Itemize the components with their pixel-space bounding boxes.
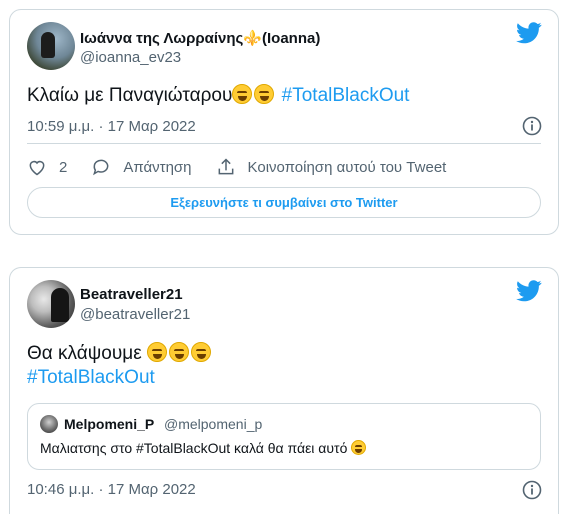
divider: [27, 143, 541, 144]
laughing-emoji-icon: [232, 84, 253, 104]
laughing-emoji-icon: [351, 440, 367, 455]
quote-handle: @melpomeni_p: [164, 416, 263, 432]
quote-text: Μαλιατσης στο #TotalBlackOut καλά θα πάε…: [40, 440, 368, 456]
tweet-text: Κλαίω με Παναγιώταρου #TotalBlackOut: [27, 84, 409, 108]
quoted-tweet[interactable]: Melpomeni_P @melpomeni_p Μαλιατσης στο #…: [27, 403, 541, 470]
tweet-text-body: Κλαίω με Παναγιώταρου: [27, 85, 233, 106]
tweet-text: Θα κλάψουμε #TotalBlackOut: [27, 342, 213, 390]
handle[interactable]: @ioanna_ev23: [80, 49, 181, 66]
timestamp[interactable]: 10:59 μ.μ. · 17 Μαρ 2022: [27, 118, 196, 135]
hashtag-link[interactable]: #TotalBlackOut: [282, 85, 410, 106]
tweet-card[interactable]: Beatraveller21 @beatraveller21 Θα κλάψου…: [9, 267, 559, 514]
quote-avatar: [40, 415, 58, 433]
action-row: 2 Απάντηση Κοινοποίηση αυτού του Tweet: [27, 156, 470, 178]
display-name[interactable]: Beatraveller21: [80, 286, 183, 303]
avatar[interactable]: [27, 280, 75, 328]
reply-icon: [93, 159, 109, 176]
avatar[interactable]: [27, 22, 75, 70]
quote-display-name: Melpomeni_P: [64, 416, 155, 432]
twitter-bird-icon[interactable]: [516, 22, 542, 44]
tweet-card[interactable]: Ιωάννα της Λωρραίνης⚜️(Ioanna) @ioanna_e…: [9, 9, 559, 235]
share-button[interactable]: Κοινοποίηση αυτού του Tweet: [216, 157, 447, 177]
heart-icon: [29, 160, 45, 176]
like-count: 2: [59, 158, 68, 176]
share-label: Κοινοποίηση αυτού του Tweet: [247, 158, 447, 176]
info-icon[interactable]: [522, 116, 542, 136]
timestamp[interactable]: 10:46 μ.μ. · 17 Μαρ 2022: [27, 481, 196, 498]
quote-text-body: Μαλιατσης στο #TotalBlackOut καλά θα πάε…: [40, 440, 348, 456]
rofl-emoji-icon: [190, 342, 211, 362]
share-icon: [218, 158, 233, 175]
twitter-bird-icon[interactable]: [516, 280, 542, 302]
handle[interactable]: @beatraveller21: [80, 306, 190, 323]
tweet-text-body: Θα κλάψουμε: [27, 343, 142, 364]
like-button[interactable]: 2: [27, 157, 67, 177]
reply-label: Απάντηση: [123, 158, 192, 176]
rofl-emoji-icon: [146, 342, 167, 362]
info-icon[interactable]: [522, 480, 542, 500]
display-name[interactable]: Ιωάννα της Λωρραίνης⚜️(Ioanna): [80, 29, 320, 47]
hashtag-link[interactable]: #TotalBlackOut: [27, 367, 155, 388]
laughing-emoji-icon: [254, 84, 275, 104]
rofl-emoji-icon: [168, 342, 189, 362]
reply-button[interactable]: Απάντηση: [91, 157, 192, 177]
explore-twitter-button[interactable]: Εξερευνήστε τι συμβαίνει στο Twitter: [27, 187, 541, 218]
